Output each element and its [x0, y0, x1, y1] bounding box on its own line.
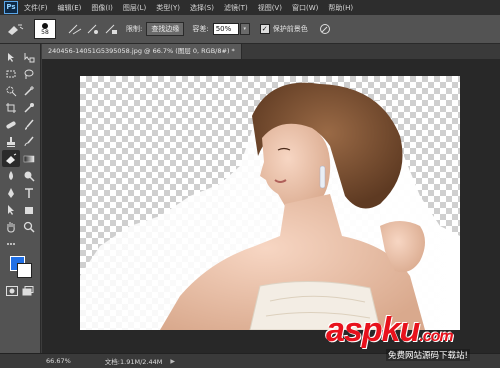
document-info: 文档:1.91M/2.44M: [104, 358, 163, 366]
crop-icon: [6, 102, 16, 113]
photo-layer: [80, 82, 460, 330]
crop-tool[interactable]: [2, 99, 20, 116]
sampling-once-button[interactable]: [86, 22, 100, 36]
menu-window[interactable]: 窗口(W): [292, 3, 318, 13]
screen-mode-button[interactable]: [22, 286, 34, 298]
healing-icon: [6, 121, 16, 128]
magic-wand-tool[interactable]: [20, 82, 38, 99]
pen-icon: [8, 187, 14, 198]
limits-label: 限制:: [126, 25, 143, 33]
tolerance-label: 容差:: [192, 25, 209, 33]
site-watermark: aspku.com 免费网站源码下载站!: [326, 312, 496, 362]
zoom-tool[interactable]: [20, 218, 38, 235]
status-menu-arrow-icon[interactable]: ▶: [170, 358, 175, 365]
quick-select-icon: [6, 86, 17, 96]
eyedropper-icon: [24, 102, 34, 113]
type-tool[interactable]: [20, 184, 38, 201]
healing-tool[interactable]: [2, 116, 20, 133]
brush-size-picker[interactable]: 58: [34, 19, 56, 39]
menu-file[interactable]: 文件(F): [24, 3, 48, 13]
pen-tool[interactable]: [2, 184, 20, 201]
workspace: [42, 59, 500, 353]
shape-tool[interactable]: [20, 201, 38, 218]
menu-image[interactable]: 图像(I): [91, 3, 113, 13]
menu-edit[interactable]: 编辑(E): [58, 3, 82, 13]
clone-stamp-tool[interactable]: [2, 133, 20, 150]
blur-tool[interactable]: [2, 167, 20, 184]
brush-icon: [25, 119, 34, 130]
brush-tool[interactable]: [20, 116, 38, 133]
lasso-icon: [24, 69, 34, 79]
zoom-level[interactable]: 66.67%: [46, 357, 71, 365]
sampling-once-icon: [87, 24, 98, 34]
quick-mask-button[interactable]: [6, 286, 18, 298]
photoshop-logo: Ps: [4, 1, 18, 14]
sampling-continuous-icon: [68, 24, 82, 35]
menu-filter[interactable]: 滤镜(T): [224, 3, 248, 13]
protect-foreground-checkbox[interactable]: ✓: [259, 24, 270, 34]
clone-stamp-icon: [7, 136, 15, 147]
hand-tool[interactable]: [2, 218, 20, 235]
ellipsis-icon: [7, 242, 15, 245]
menu-help[interactable]: 帮助(H): [328, 3, 353, 13]
screen-mode-icon: [22, 286, 34, 296]
menu-layer[interactable]: 图层(L): [123, 3, 146, 13]
watermark-subtitle: 免费网站源码下载站!: [386, 349, 470, 361]
history-brush-icon: [24, 136, 34, 146]
tools-panel: [0, 44, 41, 367]
marquee-icon: [6, 70, 16, 77]
path-select-icon: [8, 204, 14, 215]
background-eraser-icon: [8, 24, 24, 35]
gradient-tool[interactable]: [20, 150, 38, 167]
background-eraser-tool[interactable]: [2, 150, 20, 167]
brush-size-value: 58: [41, 28, 49, 36]
document-tab-bar: 240456-14051G5395058.jpg @ 66.7% (图层 0, …: [42, 44, 500, 59]
lasso-tool[interactable]: [20, 65, 38, 82]
hand-icon: [7, 221, 15, 233]
move-tool-icon: [8, 52, 14, 62]
pressure-pen-icon: [319, 24, 330, 34]
sampling-continuous-button[interactable]: [68, 22, 82, 36]
edit-toolbar-button[interactable]: [2, 235, 20, 252]
gradient-icon: [23, 155, 35, 162]
background-color-swatch[interactable]: [17, 263, 32, 278]
menu-type[interactable]: 类型(Y): [156, 3, 180, 13]
sampling-swatch-icon: [105, 24, 117, 34]
protect-foreground-label: 保护前景色: [272, 25, 308, 33]
path-select-tool[interactable]: [2, 201, 20, 218]
dodge-tool[interactable]: [20, 167, 38, 184]
tool-options-bar: 58 限制: 查找边缘 容差: 50% ▾ ✓ 保护前景色: [0, 15, 500, 44]
tool-preset-picker[interactable]: [4, 19, 26, 39]
zoom-icon: [23, 221, 35, 233]
document-canvas[interactable]: [80, 76, 460, 330]
artboard-tool[interactable]: [20, 48, 38, 65]
move-tool[interactable]: [2, 48, 20, 65]
sampling-swatch-button[interactable]: [104, 22, 118, 36]
dodge-icon: [24, 171, 35, 182]
limits-select[interactable]: 查找边缘: [146, 22, 185, 36]
document-tab[interactable]: 240456-14051G5395058.jpg @ 66.7% (图层 0, …: [42, 44, 242, 59]
quick-mask-icon: [6, 286, 18, 296]
background-eraser-icon: [6, 153, 17, 164]
shape-icon: [25, 206, 33, 214]
pressure-size-button[interactable]: [318, 22, 332, 36]
menu-select[interactable]: 选择(S): [190, 3, 214, 13]
magic-wand-icon: [24, 85, 34, 96]
marquee-tool[interactable]: [2, 65, 20, 82]
type-icon: [25, 187, 33, 198]
menu-bar: Ps 文件(F) 编辑(E) 图像(I) 图层(L) 类型(Y) 选择(S) 滤…: [0, 0, 500, 16]
artboard-icon: [24, 52, 35, 62]
history-brush-tool[interactable]: [20, 133, 38, 150]
menu-view[interactable]: 视图(V): [258, 3, 282, 13]
tolerance-dropdown[interactable]: ▾: [239, 23, 250, 35]
quick-select-tool[interactable]: [2, 82, 20, 99]
tolerance-input[interactable]: 50%: [212, 23, 239, 35]
color-swatches: [8, 254, 34, 280]
eyedropper-tool[interactable]: [20, 99, 38, 116]
blur-icon: [9, 170, 13, 180]
